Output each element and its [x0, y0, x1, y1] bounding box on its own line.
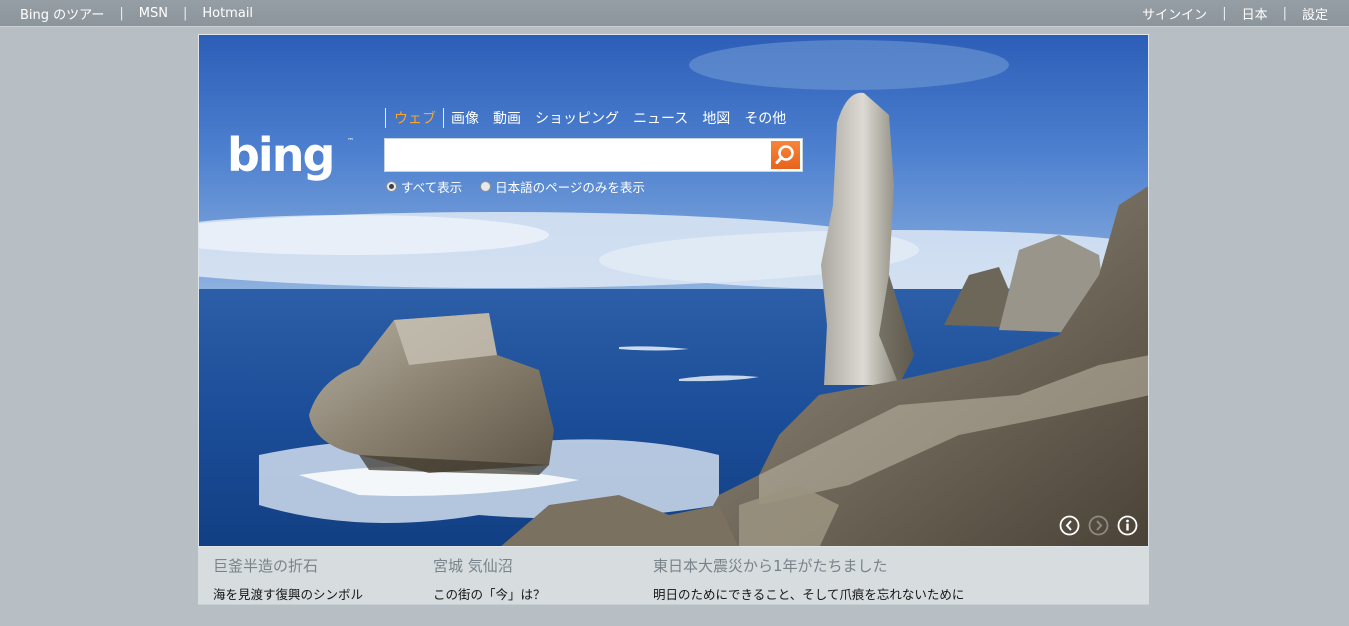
hotspot-caption-bar: 巨釜半造の折石 海を見渡す復興のシンボル 宮城 気仙沼 この街の「今」は？ 東日…: [198, 547, 1149, 605]
separator: |: [119, 5, 124, 21]
scope-all-label: すべて表示: [401, 180, 463, 195]
search-icon: [775, 145, 794, 164]
top-navigation-bar: Bing のツアー | MSN | Hotmail サインイン | 日本 | 設…: [0, 0, 1349, 27]
info-icon[interactable]: [1117, 515, 1138, 536]
tab-web[interactable]: ウェブ: [394, 108, 436, 128]
tab-shopping[interactable]: ショッピング: [535, 108, 619, 128]
caption-title: 東日本大震災から1年がたちました: [653, 557, 888, 575]
separator: |: [1222, 5, 1227, 21]
hotmail-link[interactable]: Hotmail: [202, 6, 253, 21]
radio-all[interactable]: [386, 181, 397, 192]
separator: |: [182, 5, 188, 21]
previous-icon[interactable]: [1059, 515, 1080, 536]
search-button[interactable]: [771, 141, 800, 169]
caption-subtitle[interactable]: この街の「今」は？: [433, 584, 546, 603]
top-right-links: サインイン | 日本 | 設定: [1142, 0, 1328, 26]
tab-more[interactable]: その他: [744, 108, 786, 128]
bing-tour-link[interactable]: Bing のツアー: [20, 4, 104, 23]
bing-logo[interactable]: bing ™: [227, 129, 355, 185]
tab-maps[interactable]: 地図: [702, 108, 730, 128]
caption-item[interactable]: 東日本大震災から1年がたちました 明日のためにできること、そして爪痕を忘れないた…: [653, 555, 964, 603]
caption-item[interactable]: 巨釜半造の折石 海を見渡す復興のシンボル: [213, 555, 363, 603]
scope-japanese-option[interactable]: 日本語のページのみを表示: [480, 177, 645, 196]
logo-wordmark: bing: [227, 129, 333, 182]
caption-subtitle[interactable]: 明日のためにできること、そして爪痕を忘れないために: [653, 584, 964, 603]
top-left-links: Bing のツアー | MSN | Hotmail: [20, 0, 253, 26]
search-verticals: ウェブ 画像 動画 ショッピング ニュース 地図 その他: [385, 107, 793, 129]
caption-item[interactable]: 宮城 気仙沼 この街の「今」は？: [433, 555, 546, 603]
search-input[interactable]: [389, 142, 769, 170]
tab-images[interactable]: 画像: [451, 108, 479, 128]
tab-divider: [443, 108, 444, 128]
trademark-mark: ™: [347, 137, 354, 145]
homepage-hero-image: bing ™ ウェブ 画像 動画 ショッピング ニュース 地図 その他 すべて表…: [198, 34, 1149, 547]
caption-subtitle[interactable]: 海を見渡す復興のシンボル: [213, 584, 363, 603]
separator: |: [1282, 5, 1287, 21]
tab-videos[interactable]: 動画: [493, 108, 521, 128]
search-scope-options: すべて表示 日本語のページのみを表示: [386, 177, 663, 196]
tab-divider: [385, 108, 386, 128]
search-box: [384, 138, 803, 172]
caption-title: 巨釜半造の折石: [213, 557, 319, 575]
msn-link[interactable]: MSN: [139, 6, 168, 21]
caption-title: 宮城 気仙沼: [433, 557, 513, 575]
scope-japanese-label: 日本語のページのみを表示: [495, 180, 645, 195]
sign-in-link[interactable]: サインイン: [1142, 4, 1207, 23]
radio-japanese[interactable]: [480, 181, 492, 192]
region-link[interactable]: 日本: [1242, 4, 1268, 23]
tab-news[interactable]: ニュース: [633, 108, 688, 128]
scope-all-option[interactable]: すべて表示: [386, 177, 462, 196]
settings-link[interactable]: 設定: [1302, 4, 1328, 23]
next-icon[interactable]: [1088, 515, 1109, 536]
